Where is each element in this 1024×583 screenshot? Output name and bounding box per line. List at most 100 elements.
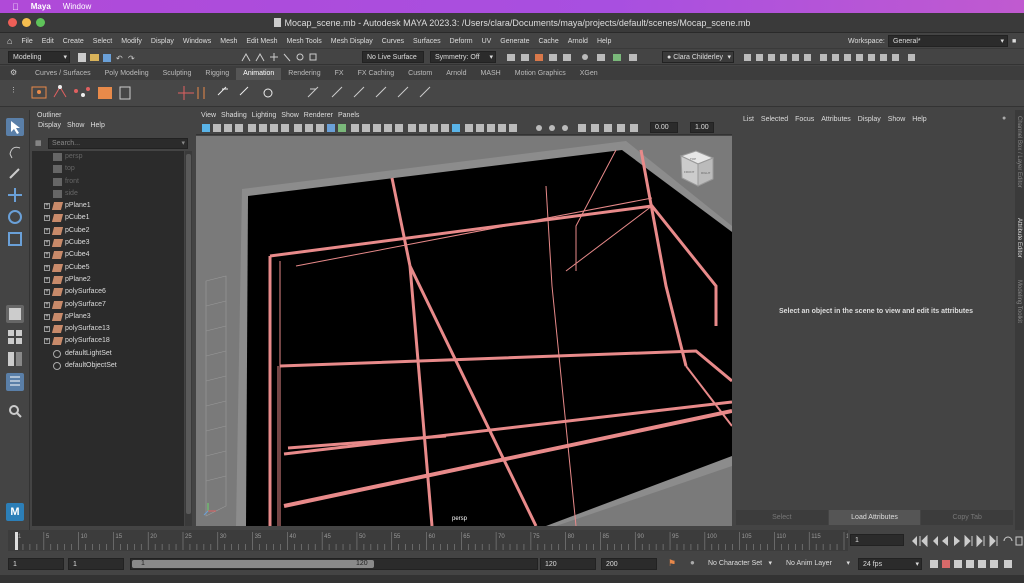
- playback-options-icons[interactable]: [928, 558, 1018, 570]
- select-button[interactable]: Select: [736, 510, 828, 525]
- expand-icon[interactable]: +: [44, 338, 50, 345]
- outliner-options-icon[interactable]: ▦: [35, 139, 42, 147]
- render-tools-icons[interactable]: [505, 52, 655, 63]
- menu-help[interactable]: Help: [597, 38, 611, 45]
- expand-icon[interactable]: +: [44, 215, 50, 222]
- outliner-layout-icon[interactable]: [6, 373, 24, 391]
- menu-edit-mesh[interactable]: Edit Mesh: [246, 38, 277, 45]
- gear-icon[interactable]: ⚙: [10, 68, 17, 77]
- outliner-menu-display[interactable]: Display: [38, 121, 61, 131]
- menu-deform[interactable]: Deform: [450, 38, 473, 45]
- outliner-item[interactable]: + pCube3: [32, 237, 184, 249]
- minimize-window-button[interactable]: [22, 18, 31, 27]
- shelf-tab-xgen[interactable]: XGen: [573, 68, 605, 80]
- anim-layer-dropdown[interactable]: No Anim Layer ▾: [782, 558, 852, 570]
- menu-file[interactable]: File: [21, 38, 32, 45]
- outliner-menu-show[interactable]: Show: [67, 121, 85, 131]
- viewport-menu-panels[interactable]: Panels: [338, 112, 359, 122]
- maya-logo-icon[interactable]: M: [6, 503, 24, 521]
- expand-icon[interactable]: +: [44, 252, 50, 259]
- expand-icon[interactable]: +: [44, 240, 50, 247]
- menu-windows[interactable]: Windows: [183, 38, 211, 45]
- scene-end-field[interactable]: 200: [601, 558, 657, 570]
- menu-generate[interactable]: Generate: [500, 38, 529, 45]
- lasso-tool-icon[interactable]: [6, 142, 24, 160]
- attr-menu-list[interactable]: List: [743, 110, 754, 130]
- move-tool-icon[interactable]: [6, 186, 24, 204]
- shelf-tool-icons[interactable]: [28, 83, 448, 103]
- outliner-item[interactable]: persp: [32, 151, 184, 163]
- symmetry-dropdown[interactable]: Symmetry: Off ▾: [430, 51, 496, 63]
- select-tool-icon[interactable]: [6, 118, 24, 136]
- menu-create[interactable]: Create: [63, 38, 84, 45]
- outliner-item[interactable]: side: [32, 188, 184, 200]
- workspace-dropdown[interactable]: General* ▾: [888, 35, 1008, 47]
- shelf-tab-animation[interactable]: Animation: [236, 68, 282, 80]
- outliner-item[interactable]: + pPlane2: [32, 274, 184, 286]
- shelf-tab-motion-graphics[interactable]: Motion Graphics: [508, 68, 573, 80]
- shelf-tab-rigging[interactable]: Rigging: [198, 68, 236, 80]
- scale-tool-icon[interactable]: [6, 230, 24, 248]
- expand-icon[interactable]: +: [44, 264, 50, 271]
- outliner-item[interactable]: + pCube5: [32, 262, 184, 274]
- fps-dropdown[interactable]: 24 fps ▾: [858, 558, 922, 570]
- expand-icon[interactable]: +: [44, 313, 50, 320]
- attr-menu-help[interactable]: Help: [912, 110, 926, 130]
- attr-menu-selected[interactable]: Selected: [761, 110, 788, 130]
- tab-attribute-editor[interactable]: Attribute Editor: [1016, 218, 1022, 258]
- viewport-menu-shading[interactable]: Shading: [221, 112, 247, 122]
- menu-modify[interactable]: Modify: [121, 38, 142, 45]
- shelf-tab-custom[interactable]: Custom: [401, 68, 439, 80]
- apple-icon[interactable]: : [12, 2, 19, 12]
- viewport-menu-renderer[interactable]: Renderer: [304, 112, 333, 122]
- perspective-viewport[interactable]: TOP FRONT RIGHT persp: [196, 136, 732, 526]
- shelf-tab-arnold[interactable]: Arnold: [439, 68, 473, 80]
- current-frame-field[interactable]: 1: [850, 534, 904, 546]
- search-icon[interactable]: [6, 402, 24, 420]
- outliner-item[interactable]: + polySurface6: [32, 286, 184, 298]
- menu-mesh-tools[interactable]: Mesh Tools: [287, 38, 322, 45]
- key-flag-icon[interactable]: ⚑: [668, 558, 676, 569]
- outliner-scrollbar[interactable]: [185, 151, 192, 526]
- zoom-window-button[interactable]: [36, 18, 45, 27]
- outliner-item[interactable]: + pCube4: [32, 249, 184, 261]
- single-view-layout-icon[interactable]: [6, 305, 24, 323]
- time-ruler[interactable]: 1 5 10 15 20 25 30 35 40 45 50 55 60 65 70 75 80 85 90 95 10…: [8, 530, 857, 551]
- outliner-menu-help[interactable]: Help: [90, 121, 104, 131]
- playback-buttons[interactable]: [908, 535, 1024, 547]
- tab-channel-box[interactable]: Channel Box / Layer Editor: [1016, 116, 1022, 188]
- live-surface-field[interactable]: No Live Surface: [362, 51, 424, 63]
- shelf-tab-mash[interactable]: MASH: [474, 68, 508, 80]
- menu-uv[interactable]: UV: [482, 38, 492, 45]
- outliner-search-input[interactable]: Search... ▾: [48, 138, 188, 149]
- current-time-indicator[interactable]: [15, 532, 18, 550]
- expand-icon[interactable]: +: [44, 289, 50, 296]
- viewport-menu-show[interactable]: Show: [281, 112, 299, 122]
- gamma-field[interactable]: 1.00: [690, 122, 714, 133]
- shelf-menu-icon[interactable]: ⋮: [10, 86, 17, 94]
- attr-menu-display[interactable]: Display: [858, 110, 881, 130]
- character-set-dropdown[interactable]: No Character Set ▾: [704, 558, 774, 570]
- attr-menu-show[interactable]: Show: [888, 110, 906, 130]
- mac-menu-window[interactable]: Window: [63, 2, 91, 11]
- viewport-menu-view[interactable]: View: [201, 112, 216, 122]
- menu-set-dropdown[interactable]: Modeling ▾: [8, 51, 70, 63]
- menu-display[interactable]: Display: [151, 38, 174, 45]
- panel-toggle-icons[interactable]: [740, 52, 1020, 63]
- shelf-tab-poly-modeling[interactable]: Poly Modeling: [98, 68, 156, 80]
- attr-menu-attributes[interactable]: Attributes: [821, 110, 851, 130]
- menu-select[interactable]: Select: [93, 38, 112, 45]
- lock-icon[interactable]: ■: [1012, 38, 1016, 45]
- outliner-item[interactable]: + polySurface13: [32, 323, 184, 335]
- tab-modeling-toolkit[interactable]: Modeling Toolkit: [1016, 280, 1022, 323]
- scene-start-field[interactable]: 1: [8, 558, 64, 570]
- menu-edit[interactable]: Edit: [42, 38, 54, 45]
- shelf-tab-sculpting[interactable]: Sculpting: [156, 68, 199, 80]
- menu-arnold[interactable]: Arnold: [568, 38, 588, 45]
- paint-select-tool-icon[interactable]: [6, 164, 24, 182]
- expand-icon[interactable]: +: [44, 276, 50, 283]
- menu-mesh[interactable]: Mesh: [220, 38, 237, 45]
- outliner-item[interactable]: defaultLightSet: [32, 348, 184, 360]
- time-slider[interactable]: 1 5 10 15 20 25 30 35 40 45 50 55 60 65 70 75 80 85 90 95 10…: [8, 530, 857, 551]
- expand-icon[interactable]: +: [44, 203, 50, 210]
